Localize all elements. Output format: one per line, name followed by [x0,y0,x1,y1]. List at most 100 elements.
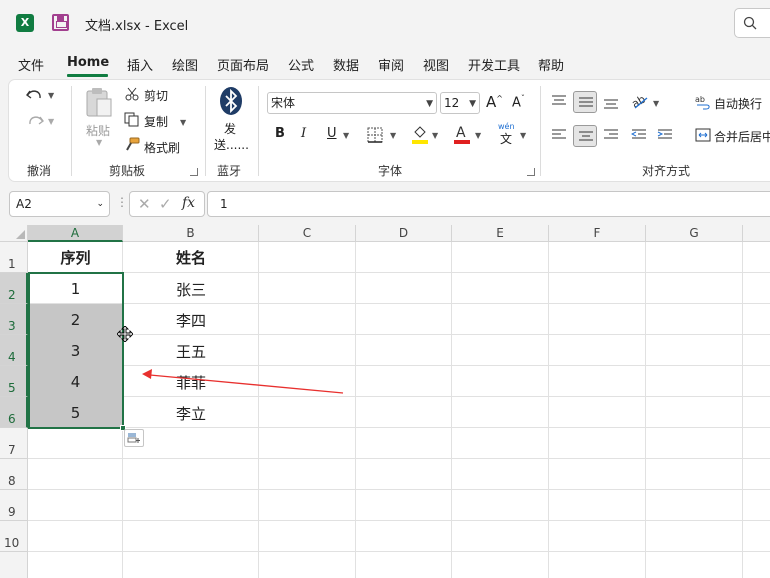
cell-b2[interactable]: 张三 [123,279,259,300]
cell-b6[interactable]: 李立 [123,403,259,424]
tab-help[interactable]: 帮助 [538,55,564,74]
column-header-b[interactable]: B [123,225,259,242]
column-header-e[interactable]: E [452,225,549,242]
insert-function-icon[interactable]: fx [182,195,195,211]
borders-dropdown-icon[interactable]: ▼ [390,131,396,140]
underline-dropdown-icon[interactable]: ▼ [343,131,349,140]
tab-home[interactable]: Home [67,55,109,70]
font-color-icon[interactable]: A [453,124,471,144]
redo-icon[interactable] [25,112,45,130]
format-painter-button[interactable]: 格式刷 [144,139,180,156]
cell-a6[interactable]: 5 [28,404,123,422]
column-header-d[interactable]: D [356,225,452,242]
orientation-dropdown-icon[interactable]: ▼ [653,99,659,108]
save-icon[interactable] [52,14,69,31]
align-center-icon [579,131,593,141]
cell-a1[interactable]: 序列 [28,247,123,268]
column-header-f[interactable]: F [549,225,646,242]
row-header-5[interactable]: 5 [0,366,28,397]
font-name-combo[interactable]: 宋体 ▼ [267,92,437,114]
decrease-indent-icon[interactable] [631,128,647,142]
phonetic-guide-button[interactable]: wén 文 [497,122,519,146]
confirm-icon[interactable]: ✓ [159,195,172,213]
fill-color-dropdown-icon[interactable]: ▼ [432,131,438,140]
wrap-text-button[interactable]: 自动换行 [714,95,762,112]
paste-icon[interactable] [83,86,115,120]
row-header-6[interactable]: 6 [0,397,28,428]
merge-center-button[interactable]: 合并后居中 [714,128,770,145]
borders-icon[interactable] [367,127,383,143]
decrease-font-icon[interactable]: Aˇ [512,94,525,110]
row-header-8[interactable]: 8 [0,459,28,490]
row-header-4[interactable]: 4 [0,335,28,366]
chevron-down-icon: ▼ [469,99,476,109]
move-cursor-icon [117,326,133,342]
row-header-11[interactable] [0,552,28,578]
underline-button[interactable]: U [327,126,337,141]
select-all-button[interactable] [0,225,28,242]
formula-input[interactable]: 1 [207,191,770,217]
redo-dropdown-icon[interactable]: ▼ [48,117,54,126]
column-header-g[interactable]: G [646,225,743,242]
font-size-combo[interactable]: 12 ▼ [440,92,480,114]
bluetooth-send-label-2[interactable]: 送...... [214,136,249,153]
font-launcher-icon[interactable] [527,168,535,176]
cell-b3[interactable]: 李四 [123,310,259,331]
tab-draw[interactable]: 绘图 [172,55,198,74]
row-header-9[interactable]: 9 [0,490,28,521]
tab-formulas[interactable]: 公式 [288,55,314,74]
undo-dropdown-icon[interactable]: ▼ [48,91,54,100]
tab-view[interactable]: 视图 [423,55,449,74]
search-box[interactable] [734,8,770,38]
cut-button[interactable]: 剪切 [144,87,168,104]
tab-developer[interactable]: 开发工具 [468,55,520,74]
row-header-7[interactable]: 7 [0,428,28,459]
italic-button[interactable]: I [301,126,306,141]
paste-label[interactable]: 粘贴 [86,122,110,139]
row-header-3[interactable]: 3 [0,304,28,335]
increase-font-icon[interactable]: A^ [486,93,503,111]
copy-dropdown-icon[interactable]: ▼ [180,118,186,127]
name-box-value: A2 [16,197,32,211]
tab-data[interactable]: 数据 [333,55,359,74]
column-header-c[interactable]: C [259,225,356,242]
increase-indent-icon[interactable] [657,128,673,142]
bold-button[interactable]: B [275,126,285,141]
tab-review[interactable]: 审阅 [378,55,404,74]
bluetooth-send-label[interactable]: 发 [224,120,236,137]
clipboard-launcher-icon[interactable] [190,168,198,176]
tab-insert[interactable]: 插入 [127,55,153,74]
cell-b1[interactable]: 姓名 [123,247,259,268]
undo-icon[interactable] [25,86,45,104]
bluetooth-icon[interactable] [219,86,243,116]
column-header-h[interactable] [743,225,770,242]
cancel-icon[interactable]: ✕ [138,195,151,213]
cell-a3[interactable]: 2 [28,311,123,329]
align-center-button[interactable] [573,125,597,147]
tab-page-layout[interactable]: 页面布局 [217,55,269,74]
tab-file[interactable]: 文件 [18,55,44,74]
row-header-10[interactable]: 10 [0,521,28,552]
cell-a4[interactable]: 3 [28,342,123,360]
row-header-2[interactable]: 2 [0,273,28,304]
quick-analysis-button[interactable] [124,429,144,447]
paste-dropdown-icon[interactable]: ▼ [96,138,102,147]
copy-button[interactable]: 复制 [144,113,168,130]
font-color-dropdown-icon[interactable]: ▼ [475,131,481,140]
row-header-1[interactable]: 1 [0,242,28,273]
phonetic-dropdown-icon[interactable]: ▼ [520,131,526,140]
more-icon[interactable]: ⋮ [116,195,128,209]
fill-color-icon[interactable] [411,124,429,144]
cell-b4[interactable]: 王五 [123,341,259,362]
align-right-icon[interactable] [603,128,619,142]
name-box[interactable]: A2 ⌄ [9,191,110,217]
align-left-icon[interactable] [551,128,567,142]
column-header-a[interactable]: A [28,225,123,242]
cell-a5[interactable]: 4 [28,373,123,391]
cell-a2[interactable]: 1 [28,280,123,298]
worksheet-grid[interactable]: A B C D E F G 1 2 3 4 5 6 7 8 9 10 序列 姓名… [0,225,770,578]
align-top-icon[interactable] [551,94,567,108]
align-middle-button[interactable] [573,91,597,113]
orientation-icon[interactable]: ab [631,92,651,110]
align-bottom-icon[interactable] [603,96,619,110]
